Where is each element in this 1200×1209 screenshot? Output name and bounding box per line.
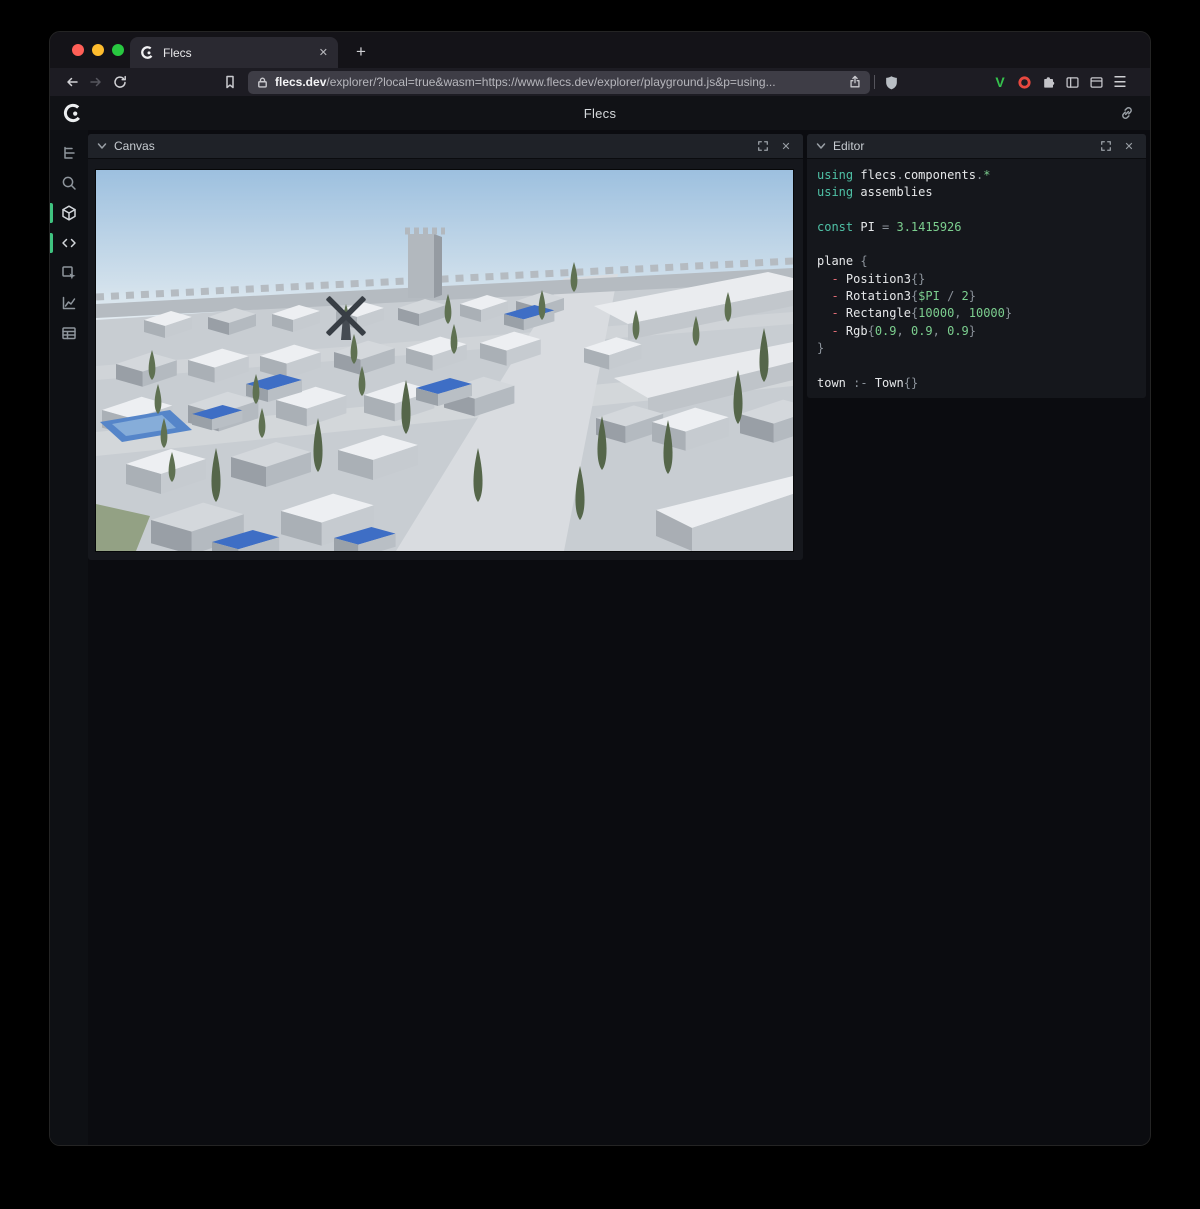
bookmark-icon[interactable]	[218, 70, 242, 94]
code-line: using assemblies	[817, 184, 1136, 201]
expand-icon[interactable]	[755, 138, 771, 154]
url-bar[interactable]: flecs.dev/explorer/?local=true&wasm=http…	[248, 71, 870, 94]
page-title: Flecs	[50, 106, 1150, 121]
tab-flecs[interactable]: Flecs ✕	[130, 37, 338, 68]
canvas-viewport-3d-scene[interactable]	[96, 170, 793, 551]
traffic-lights	[72, 44, 124, 56]
chart-icon	[60, 294, 78, 312]
back-button[interactable]	[60, 70, 84, 94]
extension-ring-icon[interactable]	[1012, 70, 1036, 94]
canvas-panel-header: Canvas ✕	[88, 134, 803, 159]
extension-v-icon[interactable]: V	[988, 70, 1012, 94]
navigation-bar: flecs.dev/explorer/?local=true&wasm=http…	[50, 68, 1150, 96]
tab-favicon-flecs-logo-icon	[140, 45, 155, 60]
tab-close-icon[interactable]: ✕	[319, 46, 328, 59]
reload-button[interactable]	[108, 70, 132, 94]
code-line: - Position3{}	[817, 271, 1136, 288]
code-line: - Rotation3{$PI / 2}	[817, 288, 1136, 305]
inspect-cursor-icon	[60, 264, 78, 282]
browser-window: Flecs ✕ + flecs.dev/explorer/?local=true…	[50, 32, 1150, 1145]
minimize-window-button[interactable]	[92, 44, 104, 56]
table-icon	[60, 324, 78, 342]
canvas-panel: Canvas ✕	[88, 134, 803, 560]
url-domain: flecs.dev	[275, 75, 326, 89]
code-line	[817, 357, 1136, 374]
tab-title: Flecs	[163, 46, 311, 60]
code-line: }	[817, 340, 1136, 357]
sidebar-toggle-icon[interactable]	[1060, 70, 1084, 94]
tree-icon	[60, 144, 78, 162]
sidebar-item-tree[interactable]	[50, 138, 88, 168]
close-icon[interactable]: ✕	[778, 138, 794, 154]
expand-icon[interactable]	[1098, 138, 1114, 154]
share-icon[interactable]	[848, 75, 862, 89]
code-line: town :- Town{}	[817, 375, 1136, 392]
flecs-explorer-app: Flecs	[50, 96, 1150, 1145]
code-line	[817, 236, 1136, 253]
canvas-panel-title: Canvas	[114, 139, 155, 153]
code-line: - Rectangle{10000, 10000}	[817, 305, 1136, 322]
chevron-down-icon[interactable]	[97, 142, 107, 150]
search-icon	[60, 174, 78, 192]
maximize-window-button[interactable]	[112, 44, 124, 56]
tab-strip: Flecs ✕ +	[50, 32, 1150, 68]
shield-icon[interactable]	[879, 70, 903, 94]
code-icon	[60, 234, 78, 252]
app-body: Canvas ✕	[50, 130, 1150, 1145]
panel-icon[interactable]	[1084, 70, 1108, 94]
code-line: const PI = 3.1415926	[817, 219, 1136, 236]
sidebar-item-entities[interactable]	[50, 198, 88, 228]
url-path: /explorer/?local=true&wasm=https://www.f…	[326, 75, 775, 89]
forward-button[interactable]	[84, 70, 108, 94]
chevron-down-icon[interactable]	[816, 142, 826, 150]
canvas-body	[88, 159, 803, 551]
code-line: using flecs.components.*	[817, 167, 1136, 184]
sidebar	[50, 130, 88, 1145]
close-window-button[interactable]	[72, 44, 84, 56]
cube-icon	[60, 204, 78, 222]
code-line: - Rgb{0.9, 0.9, 0.9}	[817, 323, 1136, 340]
sidebar-item-editor[interactable]	[50, 228, 88, 258]
menu-button[interactable]: ☰	[1108, 70, 1132, 94]
new-tab-button[interactable]: +	[348, 39, 374, 65]
sidebar-item-data[interactable]	[50, 318, 88, 348]
code-line	[817, 202, 1136, 219]
app-header: Flecs	[50, 96, 1150, 130]
editor-panel: Editor ✕ using flecs.components.*using a…	[807, 134, 1146, 398]
sidebar-item-search[interactable]	[50, 168, 88, 198]
editor-panel-title: Editor	[833, 139, 864, 153]
lock-icon	[256, 76, 269, 89]
editor-code[interactable]: using flecs.components.*using assemblies…	[807, 159, 1146, 398]
sidebar-item-stats[interactable]	[50, 288, 88, 318]
url-text: flecs.dev/explorer/?local=true&wasm=http…	[275, 75, 842, 89]
sidebar-item-inspect[interactable]	[50, 258, 88, 288]
editor-panel-header: Editor ✕	[807, 134, 1146, 159]
close-icon[interactable]: ✕	[1121, 138, 1137, 154]
toolbar-divider	[874, 75, 875, 89]
code-line: plane {	[817, 253, 1136, 270]
extensions-puzzle-icon[interactable]	[1036, 70, 1060, 94]
